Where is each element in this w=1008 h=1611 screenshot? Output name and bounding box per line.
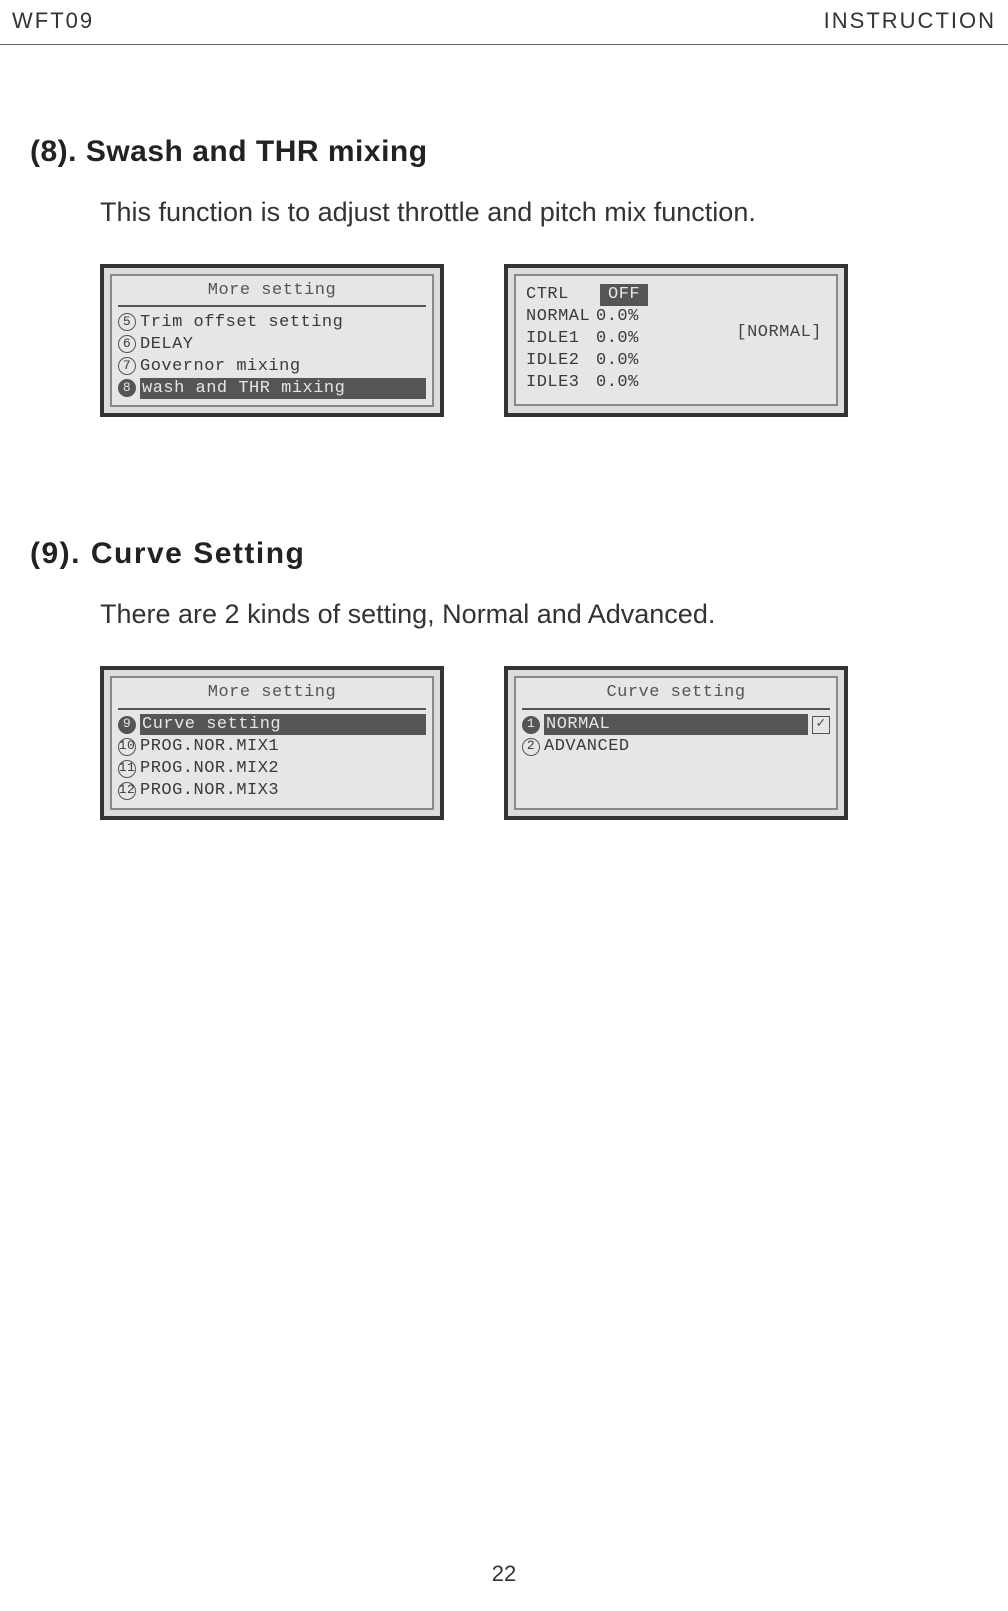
list-item: 6 DELAY xyxy=(118,333,426,355)
ctrl-row: CTRL OFF xyxy=(526,284,826,306)
row-value: 0.0% xyxy=(596,350,656,371)
checkbox-icon: ✓ xyxy=(812,716,830,734)
item-number-icon: 6 xyxy=(118,335,136,353)
item-label: Trim offset setting xyxy=(140,312,343,333)
lcd-title: More setting xyxy=(118,682,426,703)
row-label: NORMAL xyxy=(526,306,596,327)
item-label: NORMAL xyxy=(544,714,808,735)
item-number-icon: 2 xyxy=(522,738,540,756)
item-number-icon: 9 xyxy=(118,716,136,734)
list-item: 10 PROG.NOR.MIX1 xyxy=(118,736,426,758)
row-label: IDLE3 xyxy=(526,372,596,393)
lcd-more-setting-8: More setting 5 Trim offset setting 6 DEL… xyxy=(100,264,444,417)
ctrl-value-badge: OFF xyxy=(600,284,648,305)
row-value: 0.0% xyxy=(596,306,656,327)
item-number-icon: 1 xyxy=(522,716,540,734)
item-label: wash and THR mixing xyxy=(140,378,426,399)
header-left: WFT09 xyxy=(12,8,94,34)
item-number-icon: 8 xyxy=(118,379,136,397)
list-item: 12 PROG.NOR.MIX3 xyxy=(118,780,426,802)
list-item-selected: 1 NORMAL ✓ xyxy=(522,714,830,736)
section9-screens: More setting 9 Curve setting 10 PROG.NOR… xyxy=(100,666,978,819)
list-item: 7 Governor mixing xyxy=(118,355,426,377)
list-item-selected: 9 Curve setting xyxy=(118,714,426,736)
item-label: ADVANCED xyxy=(544,736,830,757)
item-label: PROG.NOR.MIX3 xyxy=(140,780,279,801)
row-value: 0.0% xyxy=(596,372,656,393)
list-item: 2 ADVANCED xyxy=(522,736,830,758)
lcd-curve-setting: Curve setting 1 NORMAL ✓ 2 ADVANCED xyxy=(504,666,848,819)
section8-heading: (8). Swash and THR mixing xyxy=(30,135,978,169)
item-number-icon: 11 xyxy=(118,760,136,778)
page-content: (8). Swash and THR mixing This function … xyxy=(0,45,1008,820)
row-label: IDLE1 xyxy=(526,328,596,349)
mode-tag: [NORMAL] xyxy=(736,322,822,343)
value-row: IDLE2 0.0% xyxy=(526,350,826,372)
lcd-title: Curve setting xyxy=(522,682,830,703)
lcd-swash-thr-values: CTRL OFF NORMAL 0.0% IDLE1 0.0% IDLE2 0.… xyxy=(504,264,848,417)
row-label: IDLE2 xyxy=(526,350,596,371)
list-item-selected: 8 wash and THR mixing xyxy=(118,377,426,399)
item-label: DELAY xyxy=(140,334,194,355)
item-label: Governor mixing xyxy=(140,356,301,377)
page-header: WFT09 INSTRUCTION xyxy=(0,0,1008,45)
header-right: INSTRUCTION xyxy=(824,8,996,34)
page-number: 22 xyxy=(0,1561,1008,1587)
ctrl-label: CTRL xyxy=(526,284,596,305)
item-label: PROG.NOR.MIX1 xyxy=(140,736,279,757)
section9-heading: (9). Curve Setting xyxy=(30,537,978,571)
section8-body: This function is to adjust throttle and … xyxy=(100,197,978,228)
item-label: PROG.NOR.MIX2 xyxy=(140,758,279,779)
item-label: Curve setting xyxy=(140,714,426,735)
lcd-title: More setting xyxy=(118,280,426,301)
section9-body: There are 2 kinds of setting, Normal and… xyxy=(100,599,978,630)
item-number-icon: 5 xyxy=(118,313,136,331)
item-number-icon: 7 xyxy=(118,357,136,375)
section8-screens: More setting 5 Trim offset setting 6 DEL… xyxy=(100,264,978,417)
list-item: 5 Trim offset setting xyxy=(118,311,426,333)
value-row: IDLE3 0.0% xyxy=(526,372,826,394)
lcd-more-setting-9: More setting 9 Curve setting 10 PROG.NOR… xyxy=(100,666,444,819)
list-item: 11 PROG.NOR.MIX2 xyxy=(118,758,426,780)
row-value: 0.0% xyxy=(596,328,656,349)
item-number-icon: 12 xyxy=(118,782,136,800)
item-number-icon: 10 xyxy=(118,738,136,756)
